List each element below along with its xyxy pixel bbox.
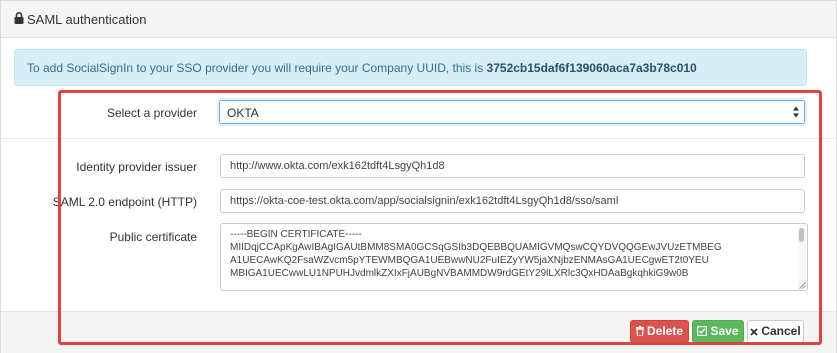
panel-title: SAML authentication bbox=[27, 12, 147, 27]
save-button[interactable]: Save bbox=[692, 320, 744, 343]
panel-heading: SAML authentication bbox=[1, 1, 836, 38]
company-uuid: 3752cb15daf6f139060aca7a3b78c010 bbox=[486, 61, 697, 75]
provider-select-value: OKTA bbox=[227, 106, 259, 120]
certificate-line: MBIGA1UECwwLU1NPUHJvdmlkZXIxFjAUBgNVBAMM… bbox=[230, 268, 689, 279]
issuer-label: Identity provider issuer bbox=[76, 160, 197, 174]
endpoint-input-value: https://okta-coe-test.okta.com/app/socia… bbox=[230, 195, 619, 207]
endpoint-input[interactable]: https://okta-coe-test.okta.com/app/socia… bbox=[220, 189, 805, 213]
alert-message: To add SocialSignIn to your SSO provider… bbox=[27, 61, 697, 75]
close-icon bbox=[750, 328, 758, 336]
trash-icon bbox=[635, 326, 644, 336]
certificate-line: MIIDqjCCApKgAwIBAgIGAUtBMM8SMA0GCSqGSIb3… bbox=[230, 242, 722, 253]
provider-select[interactable]: OKTA bbox=[219, 100, 805, 124]
saml-panel: SAML authentication To add SocialSignIn … bbox=[0, 0, 837, 353]
lock-icon bbox=[14, 12, 24, 24]
provider-label: Select a provider bbox=[106, 106, 197, 120]
resize-grip-icon[interactable] bbox=[799, 282, 806, 289]
issuer-input-value: http://www.okta.com/exk162tdft4LsgyQh1d8 bbox=[230, 160, 445, 172]
cancel-label: Cancel bbox=[761, 324, 801, 338]
select-arrows-icon bbox=[793, 106, 799, 118]
certificate-content: -----BEGIN CERTIFICATE----- MIIDqjCCApKg… bbox=[230, 228, 795, 290]
save-label: Save bbox=[710, 324, 739, 338]
section-divider bbox=[1, 138, 836, 139]
issuer-input[interactable]: http://www.okta.com/exk162tdft4LsgyQh1d8 bbox=[220, 154, 805, 178]
textarea-scrollbar[interactable] bbox=[798, 225, 806, 289]
certificate-line: A1UECAwKQ2FsaWZvcm5pYTEWMBQGA1UEBwwNU2Fu… bbox=[230, 255, 709, 266]
scrollbar-thumb[interactable] bbox=[799, 228, 804, 242]
endpoint-label: SAML 2.0 endpoint (HTTP) bbox=[52, 195, 197, 209]
delete-label: Delete bbox=[646, 324, 684, 338]
save-icon bbox=[697, 326, 708, 336]
alert-text: To add SocialSignIn to your SSO provider… bbox=[27, 61, 487, 75]
cancel-button[interactable]: Cancel bbox=[747, 320, 804, 343]
info-alert: To add SocialSignIn to your SSO provider… bbox=[14, 49, 807, 86]
delete-button[interactable]: Delete bbox=[630, 320, 689, 343]
certificate-label: Public certificate bbox=[109, 230, 197, 244]
certificate-textarea[interactable]: -----BEGIN CERTIFICATE----- MIIDqjCCApKg… bbox=[220, 223, 808, 291]
certificate-line: -----BEGIN CERTIFICATE----- bbox=[230, 229, 362, 240]
